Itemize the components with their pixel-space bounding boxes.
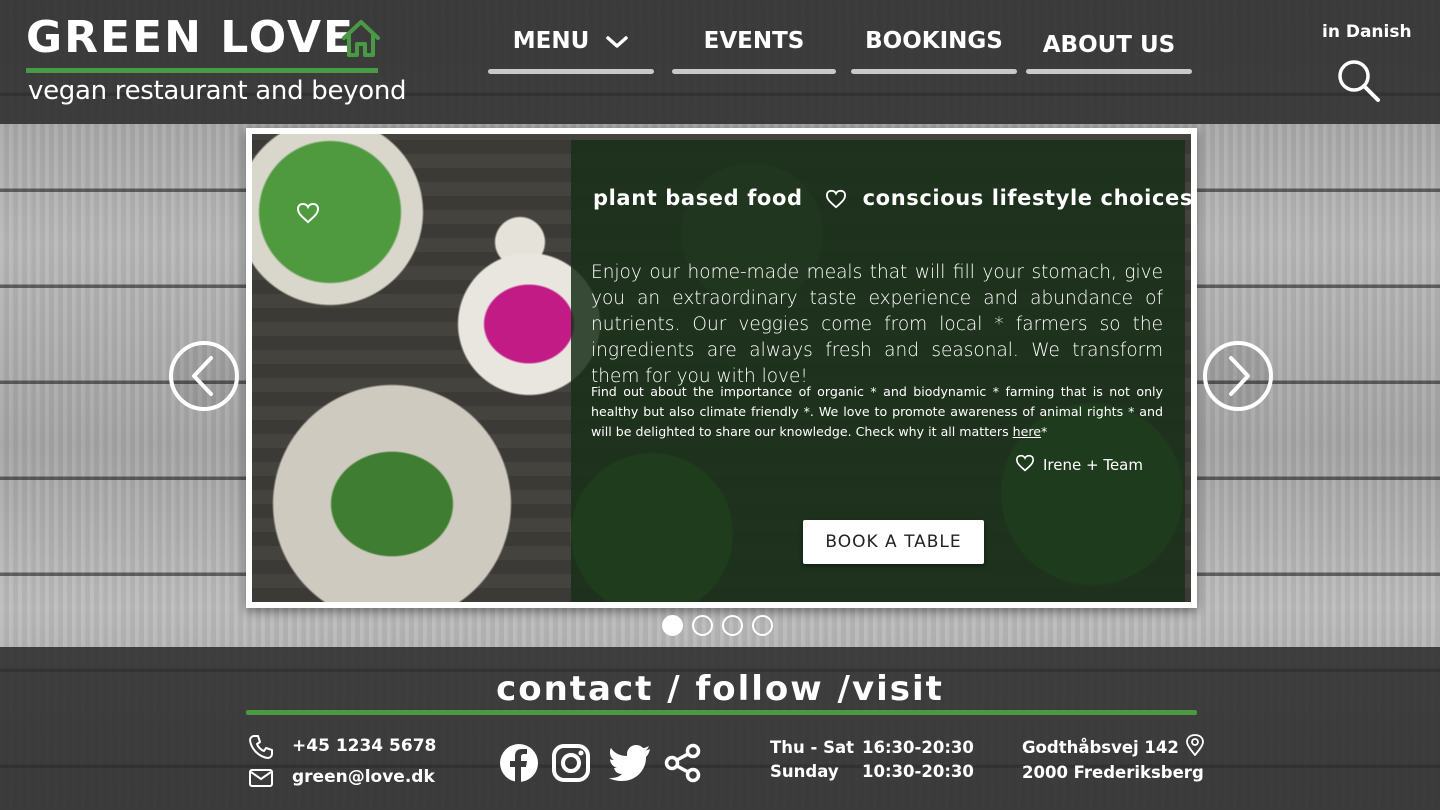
tagline-right: conscious lifestyle choices: [862, 186, 1191, 210]
nav-bookings-underline: [851, 69, 1017, 74]
nav-about-us-label: ABOUT US: [1042, 32, 1176, 58]
nav-bookings-label: BOOKINGS: [865, 28, 1003, 54]
address-line-1: Godthåbsvej 142: [1022, 734, 1205, 760]
signature-text: Irene + Team: [1043, 456, 1143, 474]
signature: Irene + Team: [1015, 454, 1143, 474]
opening-hours: Thu - Sat 16:30-20:30 Sunday 10:30-20:30: [770, 736, 974, 784]
home-icon[interactable]: [340, 18, 382, 60]
logo-title[interactable]: GREEN LOVE: [26, 12, 382, 64]
arrow-right-icon[interactable]: [1202, 340, 1274, 412]
site-header: GREEN LOVE vegan restaurant and beyond M…: [0, 0, 1440, 124]
address-street: Godthåbsvej 142: [1022, 738, 1179, 757]
more-text-suffix: *: [1041, 424, 1048, 439]
hours-row: Sunday 10:30-20:30: [770, 760, 974, 784]
here-link[interactable]: here: [1013, 424, 1041, 439]
share-icon[interactable]: [663, 743, 703, 783]
instagram-icon[interactable]: [551, 743, 591, 783]
slider-dot-3[interactable]: [722, 615, 743, 636]
more-text-body: Find out about the importance of organic…: [591, 384, 1163, 439]
heart-icon: [296, 202, 320, 224]
address-line-2: 2000 Frederiksberg: [1022, 763, 1204, 782]
logo-underline: [26, 68, 378, 73]
book-table-button[interactable]: BOOK A TABLE: [803, 520, 984, 564]
slide: plant based food conscious lifestyle cho…: [252, 134, 1191, 602]
intro-text: Enjoy our home-made meals that will fill…: [591, 262, 1163, 387]
nav-events-label: EVENTS: [703, 28, 805, 54]
twitter-icon[interactable]: [609, 745, 651, 781]
tagline: plant based food conscious lifestyle cho…: [593, 186, 1191, 210]
heart-icon: [825, 189, 846, 209]
nav-menu-label: MENU: [512, 28, 590, 54]
nav-about-us[interactable]: ABOUT US: [1026, 30, 1192, 74]
location-pin-icon[interactable]: [1185, 734, 1205, 757]
search-icon[interactable]: [1336, 58, 1382, 104]
logo[interactable]: GREEN LOVE vegan restaurant and beyond: [26, 12, 407, 106]
nav-events-underline: [672, 69, 836, 74]
hours-days: Sunday: [770, 762, 839, 781]
facebook-icon[interactable]: [499, 743, 539, 783]
email-address[interactable]: green@love.dk: [292, 767, 435, 787]
hero-slider: plant based food conscious lifestyle cho…: [246, 128, 1197, 608]
nav-bookings[interactable]: BOOKINGS: [851, 26, 1017, 74]
nav-menu-underline: [488, 69, 654, 74]
hours-days: Thu - Sat: [770, 738, 854, 757]
slider-dot-1[interactable]: [662, 615, 683, 636]
nav-about-us-underline: [1026, 69, 1192, 74]
tagline-left: plant based food: [593, 186, 803, 210]
hours-time: 10:30-20:30: [862, 762, 974, 781]
slider-dot-2[interactable]: [692, 615, 713, 636]
heart-icon: [1015, 454, 1035, 472]
slider-dot-4[interactable]: [752, 615, 773, 636]
chevron-down-icon[interactable]: [605, 34, 629, 50]
footer-title: contact / follow /visit: [496, 669, 944, 709]
address[interactable]: Godthåbsvej 142 2000 Frederiksberg: [1022, 734, 1205, 785]
more-text: Find out about the importance of organic…: [591, 382, 1163, 442]
footer-underline: [246, 710, 1197, 715]
phone-icon: [249, 735, 273, 759]
nav-events[interactable]: EVENTS: [672, 26, 836, 74]
hours-row: Thu - Sat 16:30-20:30: [770, 736, 974, 760]
mail-icon: [249, 769, 273, 787]
arrow-left-icon[interactable]: [168, 340, 240, 412]
phone-number[interactable]: +45 1234 5678: [292, 736, 436, 756]
logo-subtitle: vegan restaurant and beyond: [28, 76, 407, 106]
language-link[interactable]: in Danish: [1322, 22, 1412, 42]
site-footer: contact / follow /visit +45 1234 5678 gr…: [0, 647, 1440, 810]
nav-menu[interactable]: MENU: [488, 26, 654, 74]
hours-time: 16:30-20:30: [862, 738, 974, 757]
